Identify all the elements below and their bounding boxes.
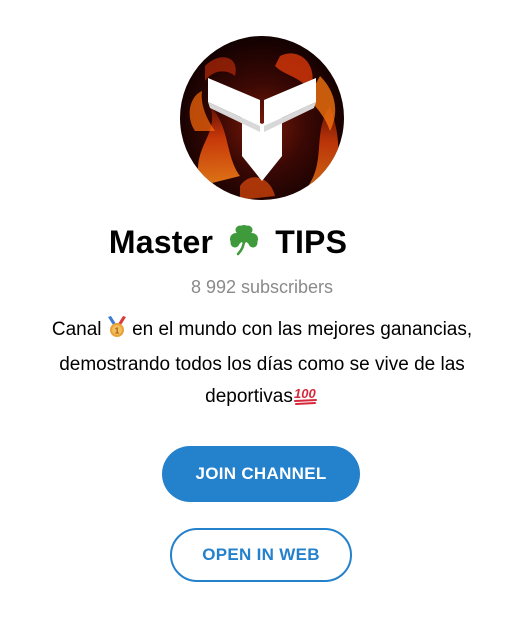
svg-text:100: 100 (294, 386, 316, 401)
open-in-web-label: OPEN IN WEB (202, 545, 320, 564)
subscriber-count: 8 992 subscribers (190, 277, 334, 297)
description-text-3: deportivas (205, 386, 293, 407)
description-line-3: deportivas 100 (0, 381, 524, 416)
channel-preview-card: Master TIPS 8 992 subscribers Canal 1 en… (0, 0, 524, 617)
channel-description: Canal 1 en el mundo con las mejores gana… (0, 314, 524, 416)
channel-avatar (180, 36, 344, 200)
description-text-1b: en el mundo con las mejores ganancias, (132, 319, 473, 340)
hundred-points-icon: 100 (293, 384, 319, 416)
title-part-2: TIPS (275, 224, 348, 260)
description-text-1a: Canal (51, 319, 102, 340)
description-line-1: Canal 1 en el mundo con las mejores gana… (0, 314, 524, 349)
channel-title: Master TIPS (0, 222, 456, 264)
description-line-2: demostrando todos los días como se vive … (59, 354, 465, 375)
join-channel-button[interactable]: JOIN CHANNEL (162, 446, 360, 502)
open-in-web-button[interactable]: OPEN IN WEB (170, 528, 352, 582)
medal-icon: 1 (107, 316, 127, 349)
shamrock-icon (227, 222, 261, 264)
join-channel-label: JOIN CHANNEL (195, 464, 327, 483)
svg-text:1: 1 (115, 327, 120, 336)
fire-logo-image (180, 36, 344, 200)
title-part-1: Master (108, 224, 214, 260)
